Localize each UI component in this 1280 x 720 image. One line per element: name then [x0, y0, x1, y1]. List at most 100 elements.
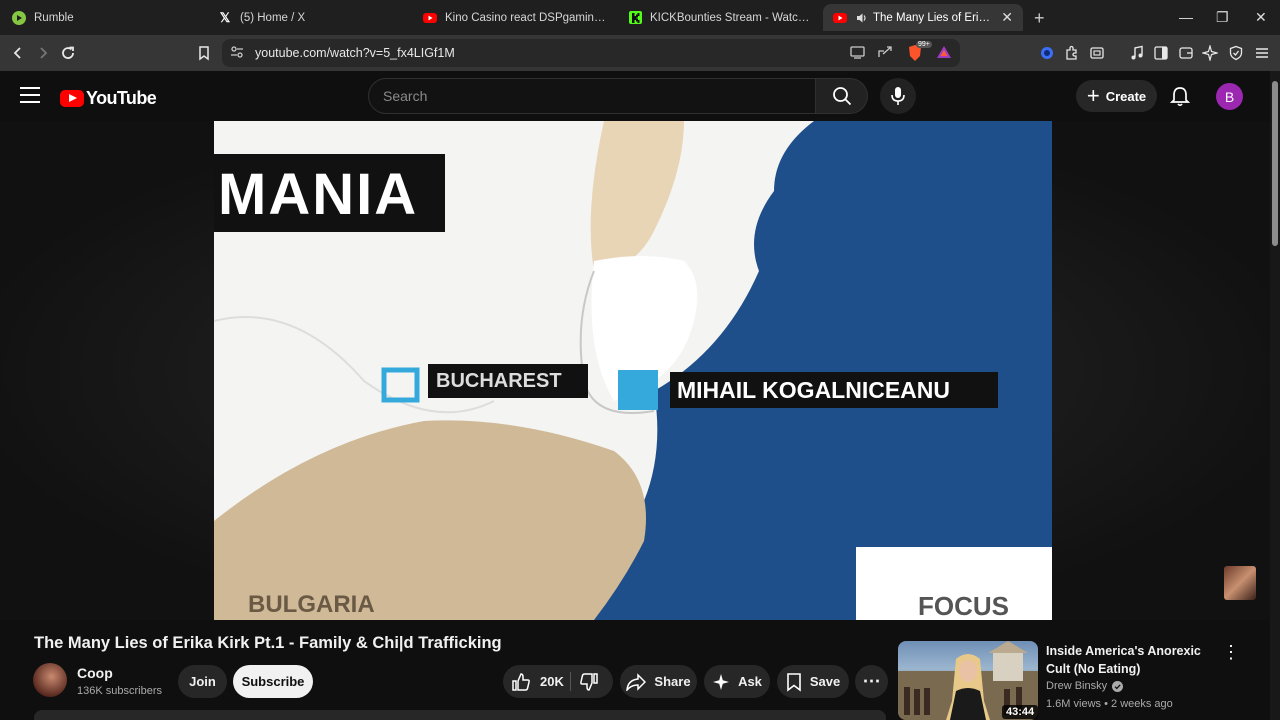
tab-label: Kino Casino react DSPgamings W: [445, 11, 608, 24]
upload-age: 2 weeks ago: [1111, 698, 1173, 710]
guide-menu-button[interactable]: [20, 87, 40, 105]
speaker-icon[interactable]: [855, 11, 869, 25]
join-button[interactable]: Join: [178, 665, 227, 698]
youtube-icon: [423, 11, 437, 25]
create-label: Create: [1105, 88, 1147, 104]
hamburger-icon: [1256, 48, 1268, 58]
share-button[interactable]: Share: [620, 665, 697, 698]
leo-ai-button[interactable]: [1200, 43, 1220, 63]
meta-separator: •: [1104, 698, 1112, 710]
url-text: youtube.com/watch?v=5_fx4LIGf1M: [255, 46, 455, 60]
search-button[interactable]: [816, 78, 868, 114]
tab-kino-casino[interactable]: Kino Casino react DSPgamings W: [423, 4, 608, 31]
youtube-icon: [833, 11, 847, 25]
search-icon: [832, 87, 851, 106]
channel-avatar[interactable]: [33, 663, 67, 697]
minimize-window-button[interactable]: —: [1179, 9, 1193, 25]
youtube-header: YouTube + Create B: [0, 71, 1280, 121]
map-label-corner: FOCUS: [918, 591, 1009, 620]
privacy-button[interactable]: [1226, 43, 1246, 63]
share-icon: [626, 672, 647, 691]
subscribe-label: Subscribe: [241, 674, 305, 689]
address-bar[interactable]: youtube.com/watch?v=5_fx4LIGf1M 99+: [222, 39, 960, 67]
map-label-city: BUCHAREST: [436, 370, 562, 392]
chevron-right-icon: [40, 47, 48, 59]
subscribe-button[interactable]: Subscribe: [233, 665, 313, 698]
sparkle-icon: [1202, 45, 1218, 61]
vpn-button[interactable]: [1037, 43, 1057, 63]
music-note-icon: [1131, 45, 1143, 60]
logo-text: YouTube: [86, 88, 157, 108]
tab-kick-bounties[interactable]: KICKBounties Stream - Watch Live on: [628, 4, 813, 31]
new-tab-button[interactable]: +: [1034, 8, 1045, 29]
media-button[interactable]: [1127, 43, 1147, 63]
recommendation-more-icon[interactable]: ⋮: [1222, 642, 1240, 663]
channel-name[interactable]: Coop: [77, 665, 113, 681]
thumbs-down-icon: [580, 673, 598, 691]
sidebar-button[interactable]: [1151, 43, 1171, 63]
bookmark-icon: [199, 46, 209, 61]
recommended-channel[interactable]: Drew Binsky: [1046, 680, 1124, 692]
scrollbar-thumb[interactable]: [1272, 81, 1278, 246]
share-label: Share: [654, 674, 691, 689]
ask-button[interactable]: Ask: [704, 665, 770, 698]
create-button[interactable]: + Create: [1076, 80, 1157, 112]
recommended-video-title[interactable]: Inside America's Anorexic Cult (No Eatin…: [1046, 642, 1216, 678]
dislike-button[interactable]: [579, 672, 599, 695]
bookmark-icon: [786, 672, 802, 692]
ask-label: Ask: [738, 674, 762, 689]
wallet-button[interactable]: [1176, 43, 1196, 63]
description-box[interactable]: [34, 710, 886, 720]
tab-x-home[interactable]: 𝕏 (5) Home / X: [218, 4, 408, 31]
close-window-button[interactable]: ✕: [1255, 9, 1267, 26]
voice-search-button[interactable]: [880, 78, 916, 114]
close-tab-icon[interactable]: ✕: [1001, 9, 1013, 26]
chevron-left-icon: [13, 47, 21, 59]
kick-icon: [628, 11, 642, 25]
sparkle-icon: [712, 673, 730, 691]
view-count: 1.6M views: [1046, 698, 1102, 710]
vpn-icon: [1041, 47, 1053, 59]
sidebar-icon: [1154, 46, 1168, 60]
account-avatar[interactable]: B: [1216, 83, 1243, 110]
like-button[interactable]: 20K: [511, 672, 564, 692]
cast-icon[interactable]: [850, 45, 866, 64]
rumble-icon: [12, 10, 26, 25]
more-actions-button[interactable]: ⋯: [855, 665, 888, 698]
tab-label: (5) Home / X: [240, 11, 306, 24]
restore-window-button[interactable]: ❐: [1216, 9, 1229, 26]
video-player[interactable]: MANIA BUCHAREST MIHAIL KOGALNICEANU BULG…: [214, 121, 1052, 620]
wallet-icon: [1179, 47, 1193, 59]
save-button[interactable]: Save: [777, 665, 849, 698]
screenshot-button[interactable]: [1087, 43, 1107, 63]
tab-label: KICKBounties Stream - Watch Live on: [650, 11, 813, 24]
extensions-button[interactable]: [1062, 43, 1082, 63]
map-label-country: MANIA: [218, 162, 419, 227]
search-input[interactable]: [369, 79, 815, 113]
bell-icon: [1169, 87, 1191, 107]
like-dislike-group: 20K: [503, 665, 613, 698]
forward-button[interactable]: [33, 43, 53, 63]
like-count: 20K: [540, 674, 564, 689]
join-label: Join: [189, 674, 216, 689]
save-label: Save: [809, 674, 841, 689]
browser-menu-button[interactable]: [1252, 43, 1272, 63]
map-label-base: MIHAIL KOGALNICEANU: [677, 377, 951, 403]
bookmark-button[interactable]: [194, 43, 214, 63]
back-button[interactable]: [8, 43, 28, 63]
shield-icon: [1229, 45, 1243, 61]
tab-rumble[interactable]: Rumble: [12, 4, 197, 31]
brave-rewards-icon[interactable]: [936, 45, 952, 64]
notifications-button[interactable]: [1169, 86, 1191, 112]
map-label-south: BULGARIA: [248, 591, 375, 618]
reload-button[interactable]: [58, 43, 78, 63]
site-settings-icon[interactable]: [230, 45, 244, 64]
browser-tab-strip: Rumble 𝕏 (5) Home / X Kino Casino react …: [0, 0, 1280, 35]
youtube-play-icon: [60, 90, 84, 107]
screenshot-icon: [1090, 47, 1104, 59]
share-page-icon[interactable]: [877, 45, 893, 64]
plus-icon: +: [1086, 83, 1100, 108]
youtube-logo[interactable]: YouTube: [60, 88, 157, 109]
tab-erika-kirk-video[interactable]: The Many Lies of Erika Kirk Pt ✕: [823, 4, 1023, 31]
miniplayer-thumbnail[interactable]: [1224, 566, 1256, 600]
